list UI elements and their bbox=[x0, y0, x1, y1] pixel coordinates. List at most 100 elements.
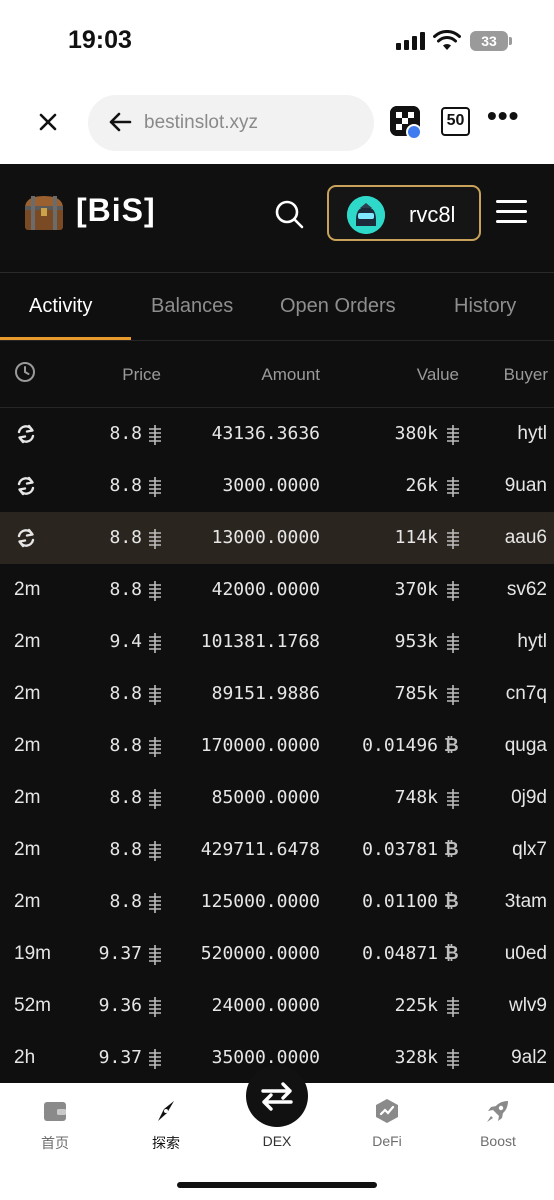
row-time: 2m bbox=[14, 787, 41, 808]
row-time: 19m bbox=[14, 943, 51, 964]
row-price: 8.8 bbox=[109, 579, 142, 600]
fractal-icon bbox=[148, 425, 162, 445]
nav-boost[interactable]: Boost bbox=[453, 1097, 543, 1149]
tab-open-orders[interactable]: Open Orders bbox=[280, 295, 396, 318]
table-row[interactable]: 2m 8.8 85000.0000 748k 0j9d bbox=[0, 772, 554, 824]
row-value: 0.01100 bbox=[362, 891, 438, 912]
row-buyer[interactable]: aau6 bbox=[505, 527, 547, 549]
tab-bar: Activity Balances Open Orders History bbox=[0, 273, 554, 339]
site-logo-text[interactable]: [BiS] bbox=[76, 192, 156, 229]
search-icon[interactable] bbox=[273, 198, 305, 230]
nav-defi[interactable]: DeFi bbox=[342, 1097, 432, 1149]
battery-cap bbox=[509, 37, 512, 45]
row-value: 0.03781 bbox=[362, 839, 438, 860]
row-value: 225k bbox=[394, 995, 438, 1016]
header-price[interactable]: Price bbox=[122, 365, 161, 385]
row-value: 370k bbox=[394, 579, 438, 600]
row-buyer[interactable]: qlx7 bbox=[512, 839, 547, 861]
bitcoin-icon: ₿ bbox=[444, 943, 459, 963]
dex-button[interactable] bbox=[246, 1065, 308, 1127]
row-amount: 520000.0000 bbox=[200, 943, 320, 964]
hamburger-menu-icon[interactable] bbox=[496, 200, 527, 224]
header-buyer[interactable]: Buyer bbox=[504, 365, 548, 385]
header-amount[interactable]: Amount bbox=[261, 365, 320, 385]
tab-count-button[interactable]: 50 bbox=[441, 107, 470, 136]
table-row[interactable]: 2m 9.4 101381.1768 953k hytl bbox=[0, 616, 554, 668]
table-row[interactable]: 2m 8.8 125000.0000 0.01100 ₿ 3tam bbox=[0, 876, 554, 928]
row-value: 380k bbox=[394, 423, 438, 444]
nav-label[interactable]: DEX bbox=[246, 1133, 308, 1149]
row-buyer[interactable]: 9uan bbox=[505, 475, 547, 497]
fractal-icon bbox=[148, 1049, 162, 1069]
row-buyer[interactable]: quga bbox=[505, 735, 547, 757]
row-value: 114k bbox=[394, 527, 438, 548]
fractal-icon bbox=[148, 997, 162, 1017]
row-amount: 429711.6478 bbox=[200, 839, 320, 860]
nav-label: Boost bbox=[480, 1133, 516, 1149]
row-value: 328k bbox=[394, 1047, 438, 1068]
rocket-icon bbox=[487, 1101, 508, 1122]
row-amount: 3000.0000 bbox=[222, 475, 320, 496]
browser-bar: bestinslot.xyz 50 ••• bbox=[0, 82, 554, 164]
row-time: 2m bbox=[14, 839, 41, 860]
row-buyer[interactable]: cn7q bbox=[506, 683, 547, 705]
clock-icon[interactable] bbox=[14, 361, 36, 383]
row-amount: 85000.0000 bbox=[211, 787, 320, 808]
row-amount: 13000.0000 bbox=[211, 527, 320, 548]
tab-activity[interactable]: Activity bbox=[29, 295, 92, 318]
row-price: 8.8 bbox=[109, 735, 142, 756]
row-buyer[interactable]: u0ed bbox=[505, 943, 547, 965]
user-account-button[interactable]: rvc8l bbox=[327, 185, 481, 241]
chest-logo-icon bbox=[25, 196, 63, 230]
tab-history[interactable]: History bbox=[454, 295, 516, 318]
fractal-icon bbox=[148, 529, 162, 549]
row-value: 748k bbox=[394, 787, 438, 808]
row-buyer[interactable]: 0j9d bbox=[511, 787, 547, 809]
row-price: 8.8 bbox=[109, 475, 142, 496]
fractal-icon bbox=[148, 685, 162, 705]
fractal-icon bbox=[148, 789, 162, 809]
wallet-icon bbox=[44, 1102, 66, 1121]
row-time: 2m bbox=[14, 579, 41, 600]
row-time: 2m bbox=[14, 891, 41, 912]
close-icon[interactable] bbox=[34, 108, 62, 136]
table-row[interactable]: 8.8 43136.3636 380k hytl bbox=[0, 408, 554, 460]
table-row[interactable]: 8.8 3000.0000 26k 9uan bbox=[0, 460, 554, 512]
row-amount: 24000.0000 bbox=[211, 995, 320, 1016]
more-icon[interactable]: ••• bbox=[487, 100, 519, 132]
table-header: Price Amount Value Buyer bbox=[0, 341, 554, 407]
swap-icon bbox=[261, 1082, 293, 1111]
row-buyer[interactable]: wlv9 bbox=[509, 995, 547, 1017]
row-value: 0.04871 bbox=[362, 943, 438, 964]
signal-icon bbox=[396, 32, 425, 50]
nav-explore[interactable]: 探索 bbox=[121, 1097, 211, 1153]
table-row[interactable]: 8.8 13000.0000 114k aau6 bbox=[0, 512, 554, 564]
row-buyer[interactable]: hytl bbox=[517, 423, 547, 445]
header-value[interactable]: Value bbox=[417, 365, 459, 385]
row-price: 8.8 bbox=[109, 891, 142, 912]
row-value: 26k bbox=[405, 475, 438, 496]
row-time: 2m bbox=[14, 631, 41, 652]
table-row[interactable]: 19m 9.37 520000.0000 0.04871 ₿ u0ed bbox=[0, 928, 554, 980]
fractal-icon bbox=[148, 945, 162, 965]
status-bar: 19:03 33 bbox=[0, 0, 554, 82]
fractal-icon bbox=[446, 425, 460, 445]
nav-home[interactable]: 首页 bbox=[10, 1097, 100, 1153]
row-buyer[interactable]: sv62 bbox=[507, 579, 547, 601]
back-arrow-icon[interactable] bbox=[108, 111, 132, 133]
row-amount: 89151.9886 bbox=[211, 683, 320, 704]
table-row[interactable]: 52m 9.36 24000.0000 225k wlv9 bbox=[0, 980, 554, 1032]
row-price: 8.8 bbox=[109, 683, 142, 704]
row-buyer[interactable]: 9al2 bbox=[511, 1047, 547, 1069]
address-bar[interactable]: bestinslot.xyz bbox=[88, 95, 374, 151]
activity-table: 8.8 43136.3636 380k hytl 8.8 3000.0000 26k 9uan… bbox=[0, 408, 554, 1084]
table-row[interactable]: 2m 8.8 429711.6478 0.03781 ₿ qlx7 bbox=[0, 824, 554, 876]
row-buyer[interactable]: 3tam bbox=[505, 891, 547, 913]
row-buyer[interactable]: hytl bbox=[517, 631, 547, 653]
tab-balances[interactable]: Balances bbox=[151, 295, 233, 318]
table-row[interactable]: 2m 8.8 89151.9886 785k cn7q bbox=[0, 668, 554, 720]
url-text[interactable]: bestinslot.xyz bbox=[144, 112, 258, 134]
battery-icon: 33 bbox=[470, 31, 508, 51]
table-row[interactable]: 2m 8.8 42000.0000 370k sv62 bbox=[0, 564, 554, 616]
table-row[interactable]: 2m 8.8 170000.0000 0.01496 ₿ quga bbox=[0, 720, 554, 772]
